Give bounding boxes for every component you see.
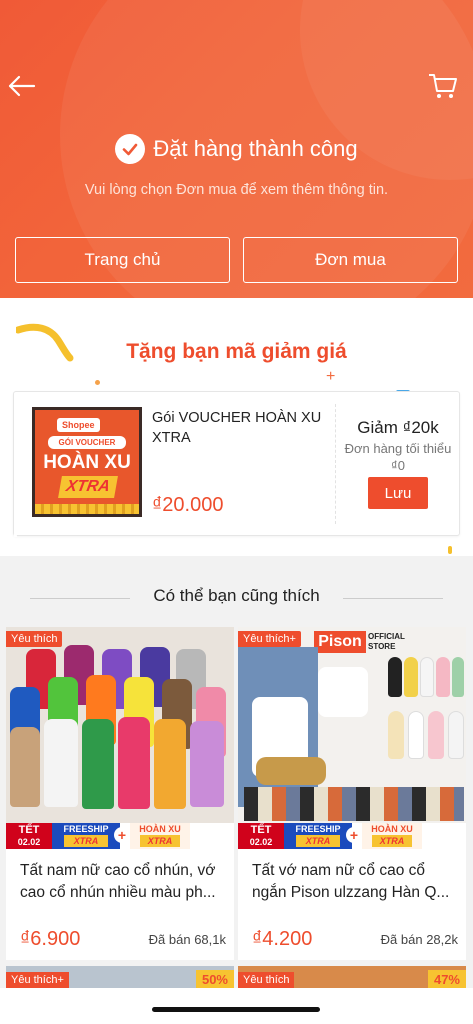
product-card[interactable]: Yêu thích TẾT 02.02 FREESHIP XTRA + HOÀN… [6, 627, 234, 960]
product-card-peek[interactable]: Yêu thích 47% [238, 966, 466, 990]
order-success-page: Đặt hàng thành công Vui lòng chọn Đơn mu… [0, 0, 473, 1024]
favorite-plus-tag: Yêu thích+ [238, 631, 301, 647]
hoanxu-badge: HOÀN XU [139, 824, 181, 834]
xtra-badge: XTRA [296, 835, 340, 847]
product-price: ₫4.200 [252, 928, 313, 950]
shopee-logo: Shopee [57, 418, 100, 432]
dot-decoration-icon [95, 380, 100, 385]
success-subtitle: Vui lòng chọn Đơn mua để xem thêm thông … [84, 182, 389, 198]
voucher-image-line1: GÓI VOUCHER [48, 436, 126, 449]
voucher-section: + Tặng bạn mã giảm giá Shopee GÓI VOUCHE… [0, 298, 473, 556]
product-image: Pison OFFICIAL STORE [238, 627, 466, 823]
check-circle-icon [115, 134, 146, 164]
product-name: Tất vớ nam nữ cổ cao cổ ngắn Pison ulzza… [252, 862, 450, 901]
bottom-safe-area [0, 988, 473, 1024]
product-image [6, 627, 234, 823]
freeship-badge: FREESHIP [63, 824, 109, 834]
product-price: ₫6.900 [20, 928, 81, 950]
voucher-image: Shopee GÓI VOUCHER HOÀN XU XTRA [32, 407, 142, 517]
voucher-min-order: Đơn hàng tối thiểu ₫0 [344, 441, 452, 473]
success-header: Đặt hàng thành công Vui lòng chọn Đơn mu… [0, 0, 473, 298]
plus-decoration-icon: + [326, 368, 336, 385]
product-card-peek[interactable]: Yêu thích+ 50% [6, 966, 234, 990]
voucher-section-title: Tặng bạn mã giảm giá [126, 340, 347, 363]
tet-date: 02.02 [17, 837, 41, 847]
tet-badge: TẾT [250, 824, 272, 836]
voucher-image-line3: XTRA [58, 476, 118, 498]
favorite-plus-tag: Yêu thích+ [6, 972, 69, 988]
product-card[interactable]: Pison OFFICIAL STORE Yêu thích+ TẾT 02.0… [238, 627, 466, 960]
tet-date: 02.02 [249, 837, 273, 847]
favorite-tag: Yêu thích [6, 631, 63, 647]
cart-icon[interactable] [427, 70, 459, 102]
recommendations-title: Có thể bạn cũng thích [153, 586, 320, 605]
brand-sub1: OFFICIAL [368, 632, 405, 641]
voucher-name: Gói VOUCHER HOÀN XU XTRA [152, 410, 322, 446]
plus-icon: + [114, 827, 130, 843]
discount-badge: 50% [195, 970, 234, 989]
hoanxu-badge: HOÀN XU [371, 824, 413, 834]
product-name: Tất nam nữ cao cổ nhún, vớ cao cổ nhún n… [20, 862, 216, 901]
voucher-discount: Giảm ₫20k [357, 418, 439, 437]
brand-sub2: STORE [368, 642, 396, 651]
save-voucher-button[interactable]: Lưu [368, 477, 428, 509]
brand-logo: Pison [314, 631, 366, 653]
voucher-card[interactable]: Shopee GÓI VOUCHER HOÀN XU XTRA Gói VOUC… [13, 391, 460, 537]
success-row: Đặt hàng thành công [0, 134, 473, 164]
product-sold: Đã bán 68,1k [148, 932, 226, 947]
success-title: Đặt hàng thành công [153, 136, 358, 161]
favorite-tag: Yêu thích [238, 972, 295, 988]
coins-decoration [35, 504, 139, 514]
product-sold: Đã bán 28,2k [380, 932, 458, 947]
home-button[interactable]: Trang chủ [15, 237, 230, 283]
tet-badge: TẾT [18, 824, 40, 836]
discount-badge: 47% [427, 970, 466, 989]
xtra-badge: XTRA [64, 835, 108, 847]
arrow-left-icon[interactable] [6, 70, 38, 102]
voucher-image-line2: HOÀN XU [43, 452, 131, 473]
promo-band: TẾT 02.02 FREESHIP XTRA + HOÀN XU XTRA [238, 823, 466, 849]
freeship-badge: FREESHIP [295, 824, 341, 834]
plus-icon: + [346, 827, 362, 843]
orders-button[interactable]: Đơn mua [243, 237, 458, 283]
promo-band: TẾT 02.02 FREESHIP XTRA + HOÀN XU XTRA [6, 823, 234, 849]
voucher-price: ₫20.000 [152, 494, 224, 516]
dash-decoration-icon [448, 546, 452, 554]
home-indicator[interactable] [152, 1007, 320, 1012]
